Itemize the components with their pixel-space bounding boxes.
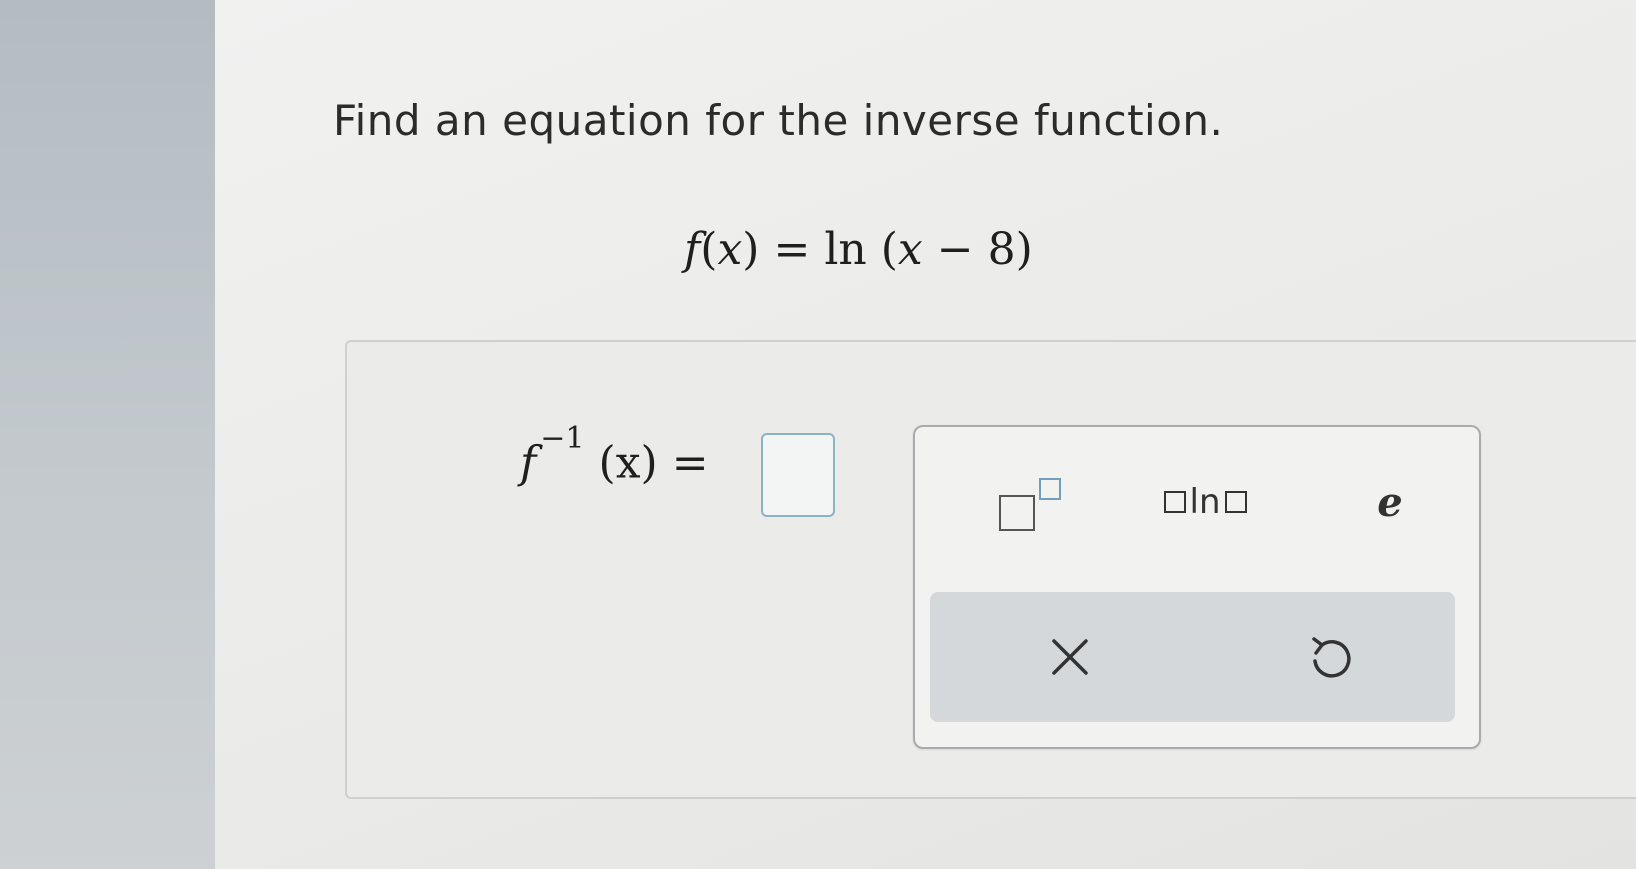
given-eight: 8 bbox=[987, 224, 1016, 275]
given-minus: − bbox=[922, 224, 988, 275]
answer-f: f bbox=[520, 437, 537, 489]
given-x-2: x bbox=[897, 224, 923, 275]
log-argument-box-icon bbox=[1224, 491, 1247, 513]
question-prompt: Find an equation for the inverse functio… bbox=[333, 96, 1224, 145]
answer-input[interactable] bbox=[761, 433, 835, 517]
log-label: ln bbox=[1189, 482, 1221, 522]
given-lparen: ( bbox=[700, 224, 718, 275]
given-equals: = bbox=[759, 224, 825, 275]
palette-action-bar bbox=[930, 592, 1455, 722]
superscript-template-icon bbox=[999, 495, 1035, 531]
close-icon bbox=[1052, 639, 1088, 675]
superscript-box-icon bbox=[1039, 478, 1061, 500]
given-rparen: ) bbox=[742, 224, 760, 275]
answer-equation: f −1 (x) = bbox=[520, 421, 709, 489]
log-template-button[interactable]: ln bbox=[1135, 467, 1275, 537]
logarithm-template-icon bbox=[1163, 491, 1186, 513]
answer-exponent: −1 bbox=[540, 421, 585, 456]
monitor-bezel bbox=[0, 0, 225, 869]
given-ln: ln bbox=[824, 224, 867, 275]
given-lparen-2: ( bbox=[866, 224, 898, 275]
undo-button[interactable] bbox=[1270, 612, 1390, 702]
e-constant-button[interactable]: e bbox=[1350, 467, 1430, 537]
given-rparen-2: ) bbox=[1015, 224, 1033, 275]
given-x: x bbox=[717, 224, 743, 275]
clear-button[interactable] bbox=[1010, 612, 1130, 702]
superscript-template-button[interactable] bbox=[980, 467, 1080, 537]
answer-equals: = bbox=[671, 437, 709, 489]
given-f: f bbox=[684, 224, 701, 275]
answer-arg: (x) bbox=[598, 437, 658, 489]
undo-icon bbox=[1312, 637, 1351, 678]
given-equation: f(x) = ln (x − 8) bbox=[684, 224, 1033, 275]
math-palette: ln e bbox=[913, 425, 1481, 749]
